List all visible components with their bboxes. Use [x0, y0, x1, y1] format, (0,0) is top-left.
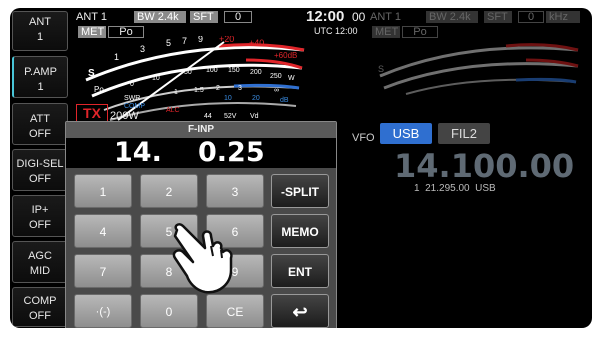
- mode-button[interactable]: USB: [380, 123, 432, 144]
- sidebar-item-label: ATT: [30, 113, 50, 125]
- sidebar-item-ipplus[interactable]: IP+ OFF: [12, 195, 68, 237]
- po-tick: 200: [250, 69, 262, 76]
- s-tick: +20: [219, 36, 234, 44]
- s-tick: 7: [182, 36, 187, 46]
- po-label: Po: [94, 85, 104, 94]
- shift-value-dim: 0: [518, 11, 544, 23]
- sidebar-item-value: 1: [36, 31, 44, 43]
- comp-tick: 20: [252, 95, 260, 102]
- sidebar-item-ant[interactable]: ANT 1: [12, 11, 68, 51]
- hand-pointer-icon: [172, 223, 233, 294]
- antenna-indicator-dim: ANT 1: [370, 11, 401, 23]
- clock-seconds: 00: [352, 10, 366, 24]
- sidebar-item-value: OFF: [29, 173, 51, 185]
- memo-button[interactable]: MEMO: [271, 214, 329, 248]
- po-tick: 100: [206, 67, 218, 74]
- swr-tick: ∞: [274, 87, 279, 94]
- sidebar-item-label: ANT: [29, 16, 51, 28]
- sidebar-item-value: 1: [37, 81, 44, 93]
- swr-label: SWR: [124, 95, 140, 102]
- vd-tick: 44: [204, 113, 212, 120]
- keypad-title: F-INP: [66, 122, 336, 138]
- po-tick: 10: [152, 75, 160, 82]
- vd-tick: 52V: [224, 113, 237, 120]
- shift-indicator: SFT: [190, 11, 218, 23]
- s-tick: 9: [198, 36, 203, 44]
- clear-entry-button[interactable]: CE: [206, 294, 264, 328]
- sidebar: ANT 1 P.AMP 1 ATT OFF DIGI-SEL OFF IP+ OFF AG…: [10, 8, 72, 328]
- utc-time: UTC 12:00: [314, 26, 358, 36]
- key-3[interactable]: 3: [206, 174, 264, 208]
- po-tick: 0: [130, 81, 134, 88]
- s-tick: 3: [140, 44, 145, 54]
- comp-tick: dB: [280, 97, 289, 104]
- vd-tick: Vd: [250, 113, 259, 120]
- sidebar-item-agc[interactable]: AGC MID: [12, 241, 68, 283]
- clock: 12:00: [306, 8, 345, 25]
- po-tick: 150: [228, 67, 240, 74]
- s-label-dim: S: [378, 64, 384, 74]
- frequency-input-keypad: F-INP 14. 0.25 1 2 3 -SPLIT 4 5 6 MEMO 7…: [65, 121, 337, 328]
- alc-label: ALC: [166, 107, 180, 114]
- sidebar-item-label: AGC: [28, 250, 52, 262]
- vfo-label: VFO: [352, 132, 375, 144]
- key-0[interactable]: 0: [140, 294, 198, 328]
- s-label: S: [88, 68, 95, 79]
- return-icon: ↩: [292, 302, 308, 322]
- filter-button[interactable]: FIL2: [438, 123, 490, 144]
- sidebar-item-pamp[interactable]: P.AMP 1: [12, 56, 68, 98]
- vfo-frequency: 14.100.00: [394, 147, 575, 185]
- swr-tick: 1.5: [194, 87, 204, 94]
- sidebar-item-digisel[interactable]: DIGI-SEL OFF: [12, 149, 68, 191]
- swr-tick: 1: [174, 89, 178, 96]
- frequency-input-khz: 0.25: [198, 137, 265, 168]
- s-tick: 5: [166, 38, 171, 48]
- return-button[interactable]: ↩: [271, 294, 329, 328]
- bandwidth-indicator-dim: BW 2.4k: [426, 11, 478, 23]
- sidebar-item-value: OFF: [29, 128, 51, 140]
- enter-button[interactable]: ENT: [271, 254, 329, 288]
- sub-vfo-info: 1 21.295.00 USB: [414, 183, 496, 194]
- multi-meter-dim: S: [378, 43, 579, 95]
- bandwidth-indicator: BW 2.4k: [134, 11, 186, 23]
- swr-tick: 3: [238, 85, 242, 92]
- sidebar-item-comp[interactable]: COMP OFF: [12, 287, 68, 327]
- key-2[interactable]: 2: [140, 174, 198, 208]
- sidebar-item-value: OFF: [29, 219, 51, 231]
- antenna-indicator: ANT 1: [76, 11, 107, 23]
- sidebar-item-label: P.AMP: [24, 66, 57, 78]
- po-tick: W: [288, 75, 295, 82]
- shift-indicator-dim: SFT: [484, 11, 512, 23]
- po-tick: 250: [270, 73, 282, 80]
- split-button[interactable]: -SPLIT: [271, 174, 329, 208]
- po-tick: 50: [184, 69, 192, 76]
- sidebar-item-label: COMP: [23, 295, 57, 307]
- sidebar-item-label: DIGI-SEL: [16, 158, 64, 170]
- sidebar-item-value: MID: [29, 265, 51, 277]
- frequency-input-mhz: 14.: [114, 137, 162, 168]
- radio-screen: ANT 1 P.AMP 1 ATT OFF DIGI-SEL OFF IP+ OFF AG…: [10, 8, 592, 328]
- shift-value: 0: [224, 11, 252, 23]
- s-tick: +60dB: [274, 51, 297, 60]
- comp-label: COMP: [124, 103, 145, 110]
- swr-tick: 2: [216, 85, 220, 92]
- sidebar-item-value: OFF: [29, 310, 51, 322]
- sidebar-item-label: IP+: [31, 204, 49, 216]
- sidebar-item-att[interactable]: ATT OFF: [12, 103, 68, 145]
- key-1[interactable]: 1: [74, 174, 132, 208]
- s-tick: +40: [249, 38, 264, 48]
- key-7[interactable]: 7: [74, 254, 132, 288]
- s-tick: 1: [114, 52, 119, 62]
- khz-indicator: kHz: [546, 11, 580, 23]
- comp-tick: 10: [224, 95, 232, 102]
- frequency-input-display: 14. 0.25: [66, 138, 336, 168]
- key-4[interactable]: 4: [74, 214, 132, 248]
- decimal-minus-key[interactable]: ·(-): [74, 294, 132, 328]
